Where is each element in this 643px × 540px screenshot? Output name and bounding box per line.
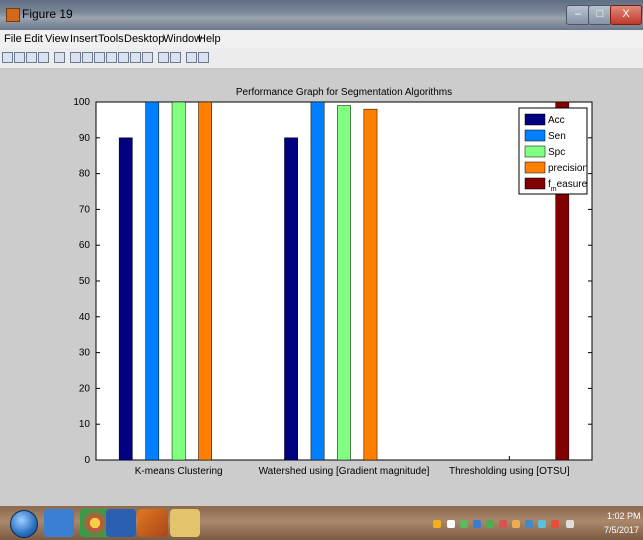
hide-plot-tools-icon[interactable] — [186, 52, 197, 63]
tray-signal-icon[interactable] — [551, 520, 559, 528]
legend-icon[interactable] — [170, 52, 181, 63]
window-title: Figure 19 — [22, 7, 73, 21]
maximize-button[interactable]: □ — [588, 5, 612, 25]
taskbar — [0, 506, 643, 540]
y-tick-label: 30 — [79, 348, 91, 359]
matlab-figure-icon — [6, 8, 20, 22]
data-cursor-icon[interactable] — [118, 52, 129, 63]
menu-insert[interactable]: Insert — [70, 33, 98, 45]
y-tick-label: 0 — [84, 455, 90, 466]
tray-battery-icon[interactable] — [512, 520, 520, 528]
legend-swatch-f-measure — [524, 177, 546, 190]
bar-sen-0 — [145, 101, 160, 461]
legend-swatch-acc — [524, 113, 546, 126]
bar-precision-1 — [363, 108, 378, 461]
legend-swatch-spc — [524, 145, 546, 158]
bar-spc-1 — [337, 105, 351, 461]
colorbar-icon[interactable] — [158, 52, 169, 63]
volume-icon[interactable] — [566, 520, 574, 528]
bar-chart: 0 10 20 30 40 50 60 70 80 90 100 K-means Clustering… — [73, 87, 593, 477]
folder-icon[interactable] — [170, 509, 200, 537]
matlab-icon[interactable] — [138, 509, 168, 537]
new-figure-icon[interactable] — [2, 52, 13, 63]
y-tick-label: 40 — [79, 312, 91, 323]
legend-label-spc: Spc — [548, 147, 565, 158]
pan-icon[interactable] — [94, 52, 105, 63]
legend-label-precision: precision — [548, 163, 588, 174]
y-tick-label: 20 — [79, 383, 91, 394]
y-tick-label: 70 — [79, 204, 91, 215]
figure-toolbar — [0, 48, 643, 69]
menu-tools[interactable]: Tools — [98, 33, 124, 45]
bar-spc-0 — [171, 101, 186, 461]
menu-help[interactable]: Help — [198, 33, 221, 45]
figure-canvas: 0 10 20 30 40 50 60 70 80 90 100 K-means Clustering… — [0, 69, 643, 506]
legend-label-sen: Sen — [548, 131, 566, 142]
y-tick-label: 10 — [79, 419, 91, 430]
bar-acc-1 — [284, 137, 298, 461]
clock-date[interactable]: 7/5/2017 — [604, 525, 639, 535]
legend-swatch-sen — [524, 129, 546, 142]
x-tick-label: Thresholding using [OTSU] — [449, 466, 570, 477]
tray-arrow-icon[interactable] — [433, 520, 441, 528]
link-icon[interactable] — [142, 52, 153, 63]
bar-acc-0 — [118, 137, 133, 461]
close-button[interactable]: X — [610, 5, 642, 25]
rotate-icon[interactable] — [106, 52, 117, 63]
menu-window[interactable]: Window — [163, 33, 202, 45]
y-tick-label: 90 — [79, 133, 91, 144]
zoom-in-icon[interactable] — [70, 52, 81, 63]
pointer-icon[interactable] — [54, 52, 65, 63]
y-tick-label: 60 — [79, 240, 91, 251]
bar-precision-0 — [198, 101, 212, 461]
chart-title: Performance Graph for Segmentation Algor… — [236, 87, 452, 98]
word-icon[interactable] — [106, 509, 136, 537]
legend[interactable]: AccSenSpcprecisionfmeasure — [518, 107, 588, 195]
legend-label-acc: Acc — [548, 115, 565, 126]
show-plot-tools-icon[interactable] — [198, 52, 209, 63]
tray-network-icon[interactable] — [473, 520, 481, 528]
menu-edit[interactable]: Edit — [24, 33, 43, 45]
zoom-out-icon[interactable] — [82, 52, 93, 63]
brush-icon[interactable] — [130, 52, 141, 63]
clock-time[interactable]: 1:02 PM — [607, 511, 641, 521]
y-tick-label: 80 — [79, 169, 91, 180]
x-tick-label: Watershed using [Gradient magnitude] — [259, 466, 430, 477]
tray-app-icon[interactable] — [460, 520, 468, 528]
minimize-button[interactable]: – — [566, 5, 590, 25]
save-icon[interactable] — [26, 52, 37, 63]
x-tick-label: K-means Clustering — [135, 466, 223, 477]
tray-update-icon[interactable] — [499, 520, 507, 528]
legend-swatch-precision — [524, 161, 546, 174]
internet-explorer-icon[interactable] — [44, 509, 74, 537]
menu-file[interactable]: File — [4, 33, 22, 45]
print-icon[interactable] — [38, 52, 49, 63]
tray-document-icon[interactable] — [447, 520, 455, 528]
tray-sync-icon[interactable] — [525, 520, 533, 528]
tray-security-icon[interactable] — [486, 520, 494, 528]
window-titlebar[interactable]: Figure 19 – □ X — [0, 0, 643, 30]
open-icon[interactable] — [14, 52, 25, 63]
menu-bar: File Edit View Insert Tools Desktop Wind… — [0, 30, 643, 48]
y-tick-label: 100 — [73, 97, 90, 108]
menu-view[interactable]: View — [45, 33, 69, 45]
start-orb-icon[interactable] — [10, 510, 38, 538]
menu-desktop[interactable]: Desktop — [124, 33, 164, 45]
tray-flag-icon[interactable] — [538, 520, 546, 528]
bar-sen-1 — [310, 101, 325, 461]
y-tick-label: 50 — [79, 276, 91, 287]
